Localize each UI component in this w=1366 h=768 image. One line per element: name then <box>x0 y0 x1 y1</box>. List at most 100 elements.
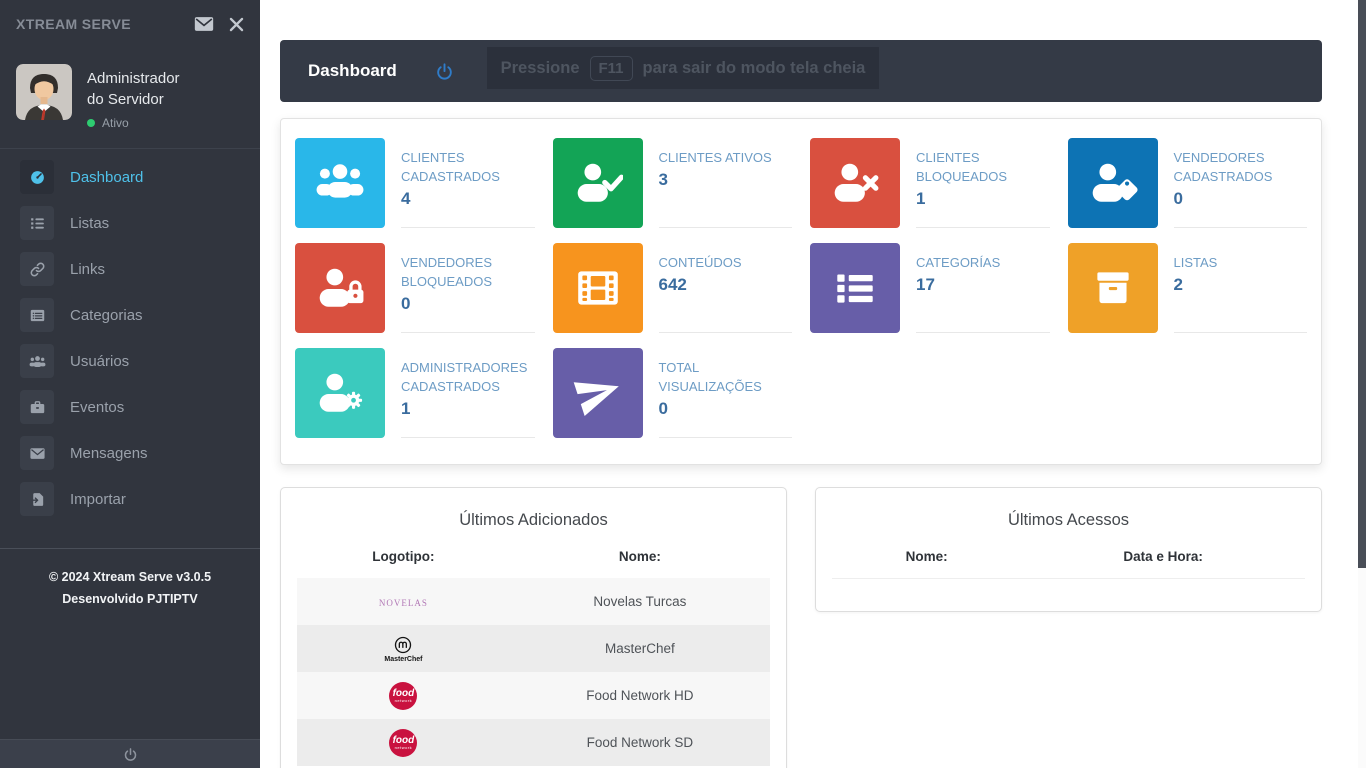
stat-label: VENDEDORES CADASTRADOS <box>1174 148 1308 186</box>
table-row: food network Food Network HD <box>297 672 770 719</box>
table-row: MasterChef MasterChef <box>297 625 770 672</box>
briefcase-icon <box>29 399 46 416</box>
power-icon <box>435 62 454 81</box>
masterchef-logo: MasterChef <box>384 635 422 663</box>
stat-card-clientes-cadastrados[interactable]: CLIENTES CADASTRADOS 4 <box>295 138 535 228</box>
stat-label: ADMINISTRADORES CADASTRADOS <box>401 358 535 396</box>
fullscreen-notice-suffix: para sair do modo tela cheia <box>643 59 866 78</box>
stat-value: 4 <box>401 189 535 209</box>
column-header-nome: Nome: <box>832 545 1021 578</box>
stat-label: CLIENTES ATIVOS <box>659 148 793 167</box>
novelas-logo: NOVELAS <box>379 598 428 608</box>
column-header-logotipo: Logotipo: <box>297 545 510 578</box>
stat-value: 0 <box>1174 189 1308 209</box>
envelope-icon <box>29 445 46 462</box>
stat-label: TOTAL VISUALIZAÇÕES <box>659 358 793 396</box>
sidebar-item-label: Usuários <box>70 353 129 370</box>
avatar <box>16 64 72 120</box>
film-icon <box>573 263 623 313</box>
food-network-logo: food network <box>389 729 417 757</box>
recent-added-panel: Últimos Adicionados Logotipo: Nome: NOVE… <box>280 487 787 768</box>
sidebar-footer: © 2024 Xtream Serve v3.0.5 Desenvolvido … <box>0 548 260 610</box>
envelope-icon[interactable] <box>193 13 215 35</box>
stat-card-vendedores-bloqueados[interactable]: VENDEDORES BLOQUEADOS 0 <box>295 243 535 333</box>
stat-value: 2 <box>1174 275 1308 295</box>
user-lock-icon <box>315 263 365 313</box>
status-dot <box>87 119 95 127</box>
sidebar-item-label: Categorias <box>70 307 143 324</box>
sidebar-item-label: Listas <box>70 215 109 232</box>
stat-value: 642 <box>659 275 793 295</box>
logout-power-button[interactable] <box>0 739 260 768</box>
scrollbar-thumb[interactable] <box>1358 0 1366 568</box>
users-group-icon <box>315 158 365 208</box>
scrollbar-track[interactable] <box>1358 0 1366 768</box>
sidebar-item-categorias[interactable]: Categorias <box>0 292 260 338</box>
fullscreen-notice-prefix: Pressione <box>501 59 580 78</box>
user-panel: Administrador do Servidor Ativo <box>0 48 260 148</box>
file-import-icon <box>29 491 46 508</box>
stat-card-listas[interactable]: LISTAS 2 <box>1068 243 1308 333</box>
f11-key-badge: F11 <box>590 56 633 81</box>
sidebar-item-label: Mensagens <box>70 445 148 462</box>
sidebar-item-listas[interactable]: Listas <box>0 200 260 246</box>
app-screen: XTREAM SERVE <box>0 0 1366 768</box>
user-gear-icon <box>315 368 365 418</box>
recent-added-title: Últimos Adicionados <box>297 504 770 545</box>
stat-value: 3 <box>659 170 793 190</box>
users-icon <box>29 353 46 370</box>
recent-access-title: Últimos Acessos <box>832 504 1305 545</box>
stat-card-clientes-ativos[interactable]: CLIENTES ATIVOS 3 <box>553 138 793 228</box>
sidebar-header: XTREAM SERVE <box>0 0 260 48</box>
power-icon <box>123 747 138 762</box>
divider <box>832 578 1305 579</box>
sidebar-item-label: Links <box>70 261 105 278</box>
stat-value: 1 <box>401 399 535 419</box>
stats-panel: CLIENTES CADASTRADOS 4 CLIENTES ATIVOS 3 <box>280 118 1322 465</box>
list-bullets-icon <box>830 263 880 313</box>
sidebar-menu: Dashboard Listas Links Categorias Usuári… <box>0 148 260 522</box>
stat-card-administradores[interactable]: ADMINISTRADORES CADASTRADOS 1 <box>295 348 535 438</box>
stat-card-clientes-bloqueados[interactable]: CLIENTES BLOQUEADOS 1 <box>810 138 1050 228</box>
header-power-button[interactable] <box>435 62 454 81</box>
stat-card-conteudos[interactable]: CONTEÚDOS 642 <box>553 243 793 333</box>
footer-copyright: © 2024 Xtream Serve v3.0.5 <box>0 566 260 588</box>
footer-developer: Desenvolvido PJTIPTV <box>0 588 260 610</box>
user-name: Administrador do Servidor <box>87 68 195 110</box>
sidebar-item-eventos[interactable]: Eventos <box>0 384 260 430</box>
stat-card-total-visualizacoes[interactable]: TOTAL VISUALIZAÇÕES 0 <box>553 348 793 438</box>
sidebar-item-usuarios[interactable]: Usuários <box>0 338 260 384</box>
user-x-icon <box>830 158 880 208</box>
stat-value: 0 <box>401 294 535 314</box>
food-network-logo: food network <box>389 682 417 710</box>
stat-value: 1 <box>916 189 1050 209</box>
sidebar-item-mensagens[interactable]: Mensagens <box>0 430 260 476</box>
gauge-icon <box>29 169 46 186</box>
stat-label: CLIENTES CADASTRADOS <box>401 148 535 186</box>
stat-label: CATEGORÍAS <box>916 253 1050 272</box>
stat-label: LISTAS <box>1174 253 1308 272</box>
close-icon[interactable] <box>227 15 246 34</box>
brand-title: XTREAM SERVE <box>16 16 193 32</box>
channel-name: Food Network SD <box>510 719 770 766</box>
stat-label: CLIENTES BLOQUEADOS <box>916 148 1050 186</box>
channel-name: Novelas Turcas <box>510 578 770 625</box>
table-row: NOVELAS Novelas Turcas <box>297 578 770 625</box>
sidebar-item-label: Eventos <box>70 399 124 416</box>
list-alt-icon <box>29 307 46 324</box>
channel-name: MasterChef <box>510 625 770 672</box>
stat-value: 17 <box>916 275 1050 295</box>
sidebar-item-links[interactable]: Links <box>0 246 260 292</box>
stat-label: VENDEDORES BLOQUEADOS <box>401 253 535 291</box>
stat-card-categorias[interactable]: CATEGORÍAS 17 <box>810 243 1050 333</box>
sidebar-item-label: Dashboard <box>70 169 143 186</box>
stat-label: CONTEÚDOS <box>659 253 793 272</box>
recent-access-panel: Últimos Acessos Nome: Data e Hora: <box>815 487 1322 612</box>
sidebar-item-dashboard[interactable]: Dashboard <box>0 154 260 200</box>
sidebar-item-importar[interactable]: Importar <box>0 476 260 522</box>
sidebar: XTREAM SERVE <box>0 0 260 768</box>
column-header-nome: Nome: <box>510 545 770 578</box>
archive-box-icon <box>1088 263 1138 313</box>
stat-card-vendedores-cadastrados[interactable]: VENDEDORES CADASTRADOS 0 <box>1068 138 1308 228</box>
channel-name: Food Network HD <box>510 672 770 719</box>
